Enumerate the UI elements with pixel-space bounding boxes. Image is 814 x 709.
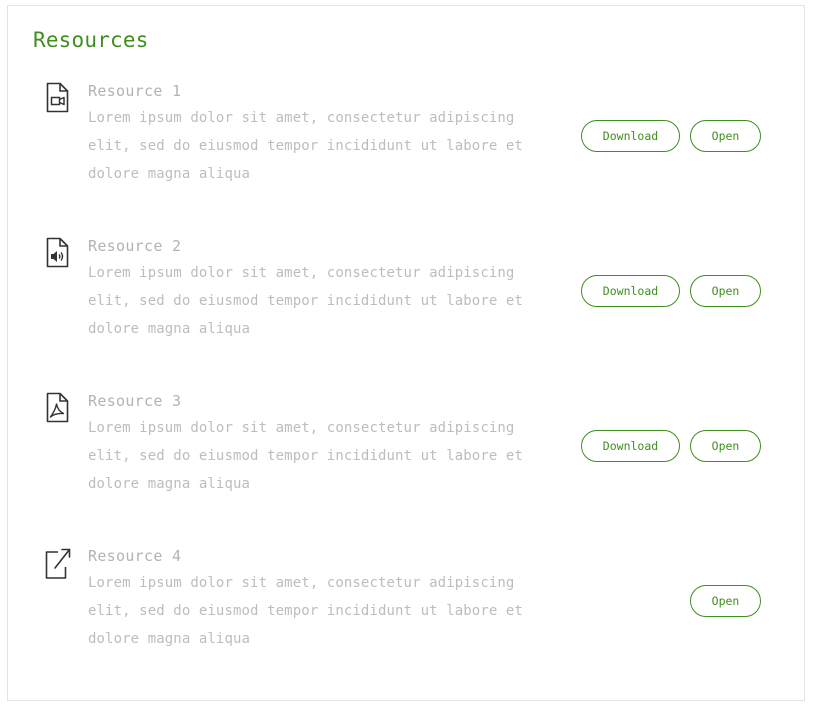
resource-title: Resource 4 [88, 547, 182, 565]
open-button[interactable]: Open [690, 120, 761, 152]
resource-description: Lorem ipsum dolor sit amet, consectetur … [88, 575, 523, 647]
resource-item: Resource 4 Lorem ipsum dolor sit amet, c… [8, 547, 804, 667]
open-button[interactable]: Open [690, 430, 761, 462]
resource-description: Lorem ipsum dolor sit amet, consectetur … [88, 110, 523, 182]
resource-item: Resource 1 Lorem ipsum dolor sit amet, c… [8, 82, 804, 202]
resource-item: Resource 2 Lorem ipsum dolor sit amet, c… [8, 237, 804, 357]
resource-description: Lorem ipsum dolor sit amet, consectetur … [88, 265, 523, 337]
resources-panel: Resources Resource 1 Lorem ipsum dolor s… [7, 5, 805, 701]
resource-title: Resource 3 [88, 392, 182, 410]
panel-title: Resources [33, 28, 149, 52]
download-button[interactable]: Download [581, 430, 680, 462]
file-video-icon [44, 82, 72, 114]
download-button[interactable]: Download [581, 275, 680, 307]
open-button[interactable]: Open [690, 275, 761, 307]
file-pdf-icon [44, 392, 72, 424]
download-button[interactable]: Download [581, 120, 680, 152]
open-button[interactable]: Open [690, 585, 761, 617]
resource-item: Resource 3 Lorem ipsum dolor sit amet, c… [8, 392, 804, 512]
resource-description: Lorem ipsum dolor sit amet, consectetur … [88, 420, 523, 492]
file-audio-icon [44, 237, 72, 269]
resource-title: Resource 2 [88, 237, 182, 255]
external-link-icon [44, 547, 72, 579]
resource-title: Resource 1 [88, 82, 182, 100]
